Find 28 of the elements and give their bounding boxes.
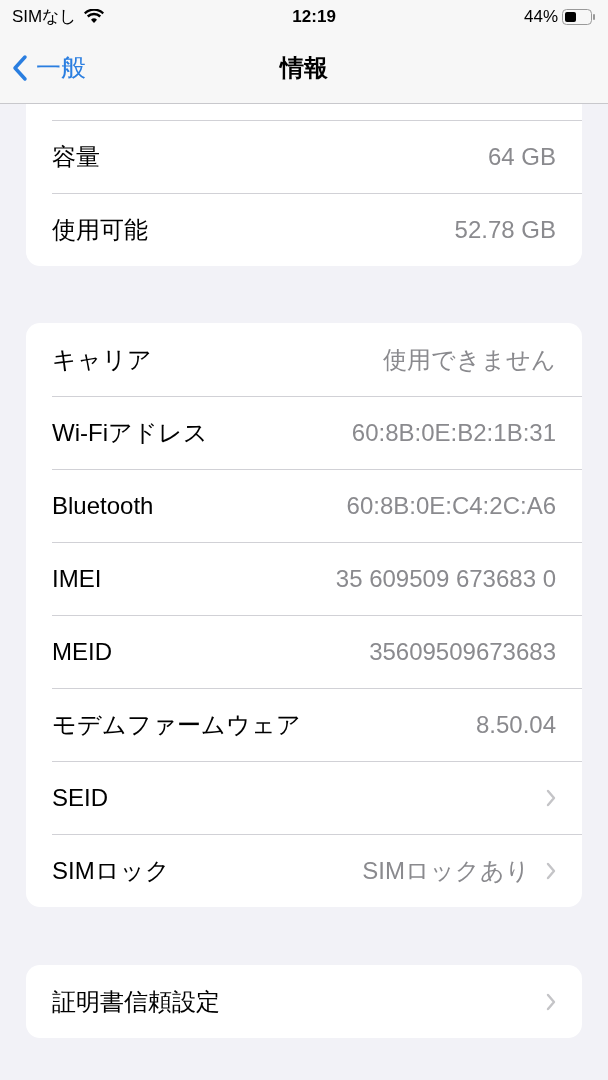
clock-time: 12:19 (292, 5, 336, 28)
row-label: キャリア (52, 344, 152, 375)
row-label: 証明書信頼設定 (52, 986, 220, 1017)
row-label: Wi-Fiアドレス (52, 418, 208, 448)
row-value: 52.78 GB (454, 215, 556, 245)
carrier-label: SIMなし (12, 5, 77, 28)
row-label: 使用可能 (52, 215, 148, 245)
page-title: 情報 (280, 53, 328, 83)
row-label: IMEI (52, 564, 102, 594)
row-value: 60:8B:0E:B2:1B:31 (351, 418, 556, 448)
row-label: 容量 (52, 142, 100, 172)
row-value: 使用できません (383, 344, 556, 375)
row-value: 64 GB (487, 142, 556, 172)
row-label: SEID (52, 783, 108, 813)
row-label: MEID (52, 637, 112, 667)
battery-percentage: 44% (523, 5, 558, 28)
back-button[interactable]: 一般 (0, 49, 86, 87)
row-value: 35609509673683 (369, 637, 556, 667)
wifi-icon (84, 9, 105, 24)
back-chevron-icon (12, 54, 28, 82)
row-value: 8.50.04 (475, 710, 556, 740)
battery-icon (562, 8, 596, 25)
row-label: Bluetooth (52, 491, 154, 521)
row-value: SIMロックあり (362, 856, 530, 886)
row-label: SIMロック (52, 856, 170, 886)
row-value: 60:8B:0E:C4:2C:A6 (346, 491, 556, 521)
row-label: モデムファームウェア (52, 710, 301, 740)
row-value: 35 609509 673683 0 (335, 564, 556, 594)
